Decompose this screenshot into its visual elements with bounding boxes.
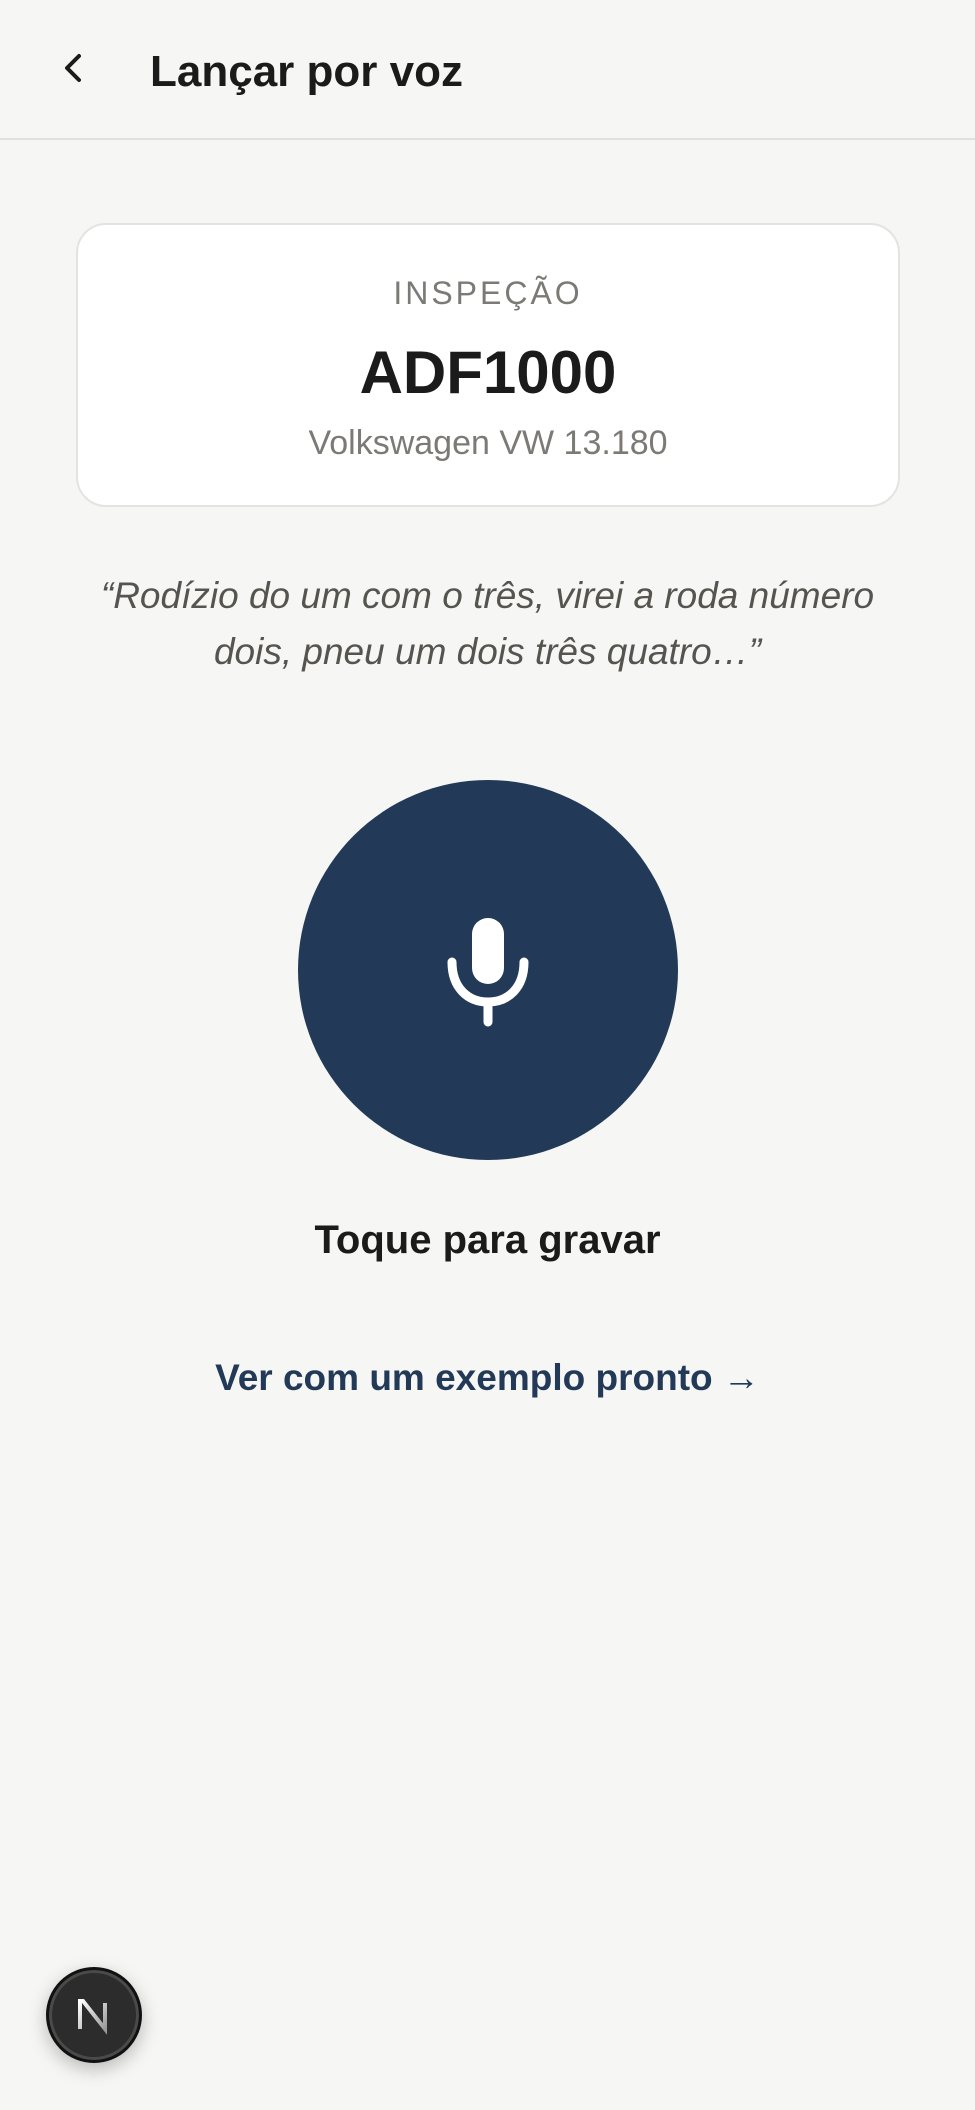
microphone-icon (447, 918, 529, 1027)
record-button[interactable] (298, 780, 678, 1160)
voice-entry-screen: Lançar por voz INSPEÇÃO ADF1000 Volkswag… (0, 0, 975, 2110)
inspection-card: INSPEÇÃO ADF1000 Volkswagen VW 13.180 (76, 223, 900, 507)
page-title: Lançar por voz (150, 47, 463, 96)
example-link[interactable]: Ver com um exemplo pronto → (0, 1353, 975, 1403)
chevron-left-icon (65, 54, 81, 82)
top-app-bar: Lançar por voz (0, 0, 975, 140)
n-badge-button[interactable] (46, 1967, 142, 2063)
record-label: Toque para gravar (314, 1218, 661, 1262)
example-phrase: “Rodízio do um com o três, virei a roda … (100, 575, 875, 672)
n-logo-icon (78, 1999, 107, 2035)
inspection-label: INSPEÇÃO (393, 275, 583, 311)
back-button[interactable] (42, 36, 106, 100)
vehicle-plate: ADF1000 (359, 339, 617, 406)
vehicle-model: Volkswagen VW 13.180 (308, 424, 668, 462)
